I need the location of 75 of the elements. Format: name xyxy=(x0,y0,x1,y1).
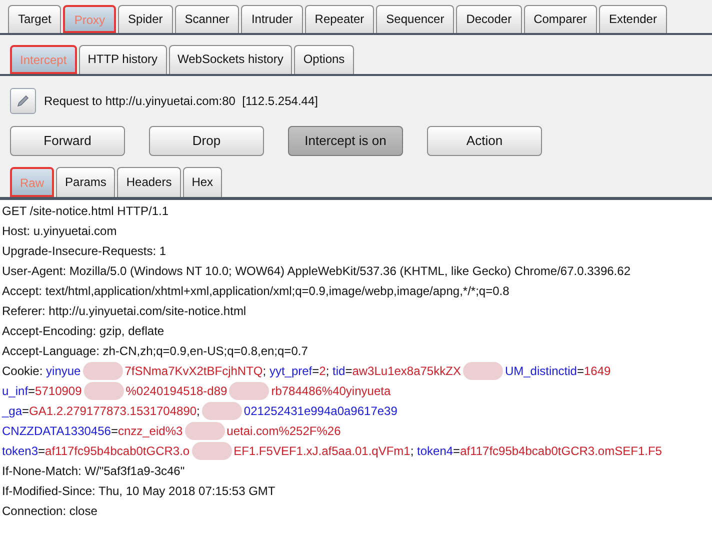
request-text: = xyxy=(38,443,46,460)
cookie-name: UM_distinctid xyxy=(504,363,577,380)
request-text: = xyxy=(453,443,460,460)
cookie-value: cnzz_eid%3 xyxy=(118,423,183,440)
cookie-name: token3 xyxy=(2,443,38,460)
request-text: ; xyxy=(262,363,268,380)
request-text: = xyxy=(110,423,118,440)
tab[interactable]: Repeater xyxy=(304,5,374,33)
redaction-smudge xyxy=(192,442,232,460)
tab[interactable]: Hex xyxy=(182,167,222,197)
cookie-name: CNZZDATA1330456 xyxy=(2,423,111,440)
request-text: If-Modified-Since: Thu, 10 May 2018 07:15:53 GMT xyxy=(2,483,276,500)
cookie-value: EF1.F5VEF1.xJ.af5aa.01.qVFm1 xyxy=(234,443,410,460)
request-text: ; xyxy=(196,403,200,420)
redaction-smudge xyxy=(229,382,270,400)
cookie-name: 021252431e994a0a9617e39 xyxy=(244,403,398,420)
tab[interactable]: Options xyxy=(294,45,354,74)
tab[interactable]: Sequencer xyxy=(376,5,454,33)
request-text: = xyxy=(312,363,320,380)
redaction-smudge xyxy=(202,402,242,420)
redaction-smudge xyxy=(82,362,123,380)
cookie-name: yinyue xyxy=(46,363,81,380)
redaction-smudge xyxy=(462,362,503,380)
request-text: = xyxy=(576,363,584,380)
request-text: Referer: http://u.yinyuetai.com/site-notice.html xyxy=(2,303,246,320)
tab[interactable]: Intruder xyxy=(241,5,303,33)
request-text: GET /site-notice.html HTTP/1.1 xyxy=(2,203,168,220)
tab[interactable]: Target xyxy=(8,5,62,33)
request-text: Accept: text/html,application/xhtml+xml,application/xml;q=0.9,image/webp,image/apng,*/*;q=0.8 xyxy=(2,283,510,300)
request-text: Accept-Language: zh-CN,zh;q=0.9,en-US;q=0.8,en;q=0.7 xyxy=(2,343,308,360)
toolbar-button[interactable]: Drop xyxy=(149,126,264,156)
cookie-value: GA1.2.279177873.1531704890 xyxy=(29,403,197,420)
redaction-smudge xyxy=(184,422,225,440)
request-text: ; xyxy=(410,443,415,460)
request-text: User-Agent: Mozilla/5.0 (Windows NT 10.0; WOW64) AppleWebKit/537.36 (KHTML, like Gecko) Chrome/67.0.3396.62 xyxy=(2,263,630,280)
cookie-name: u_inf xyxy=(2,383,28,400)
request-text: Upgrade-Insecure-Requests: 1 xyxy=(2,243,166,260)
cookie-value: rb784486%40yinyueta xyxy=(271,383,391,400)
request-text: = xyxy=(345,363,352,380)
request-text: = xyxy=(28,383,36,400)
tab[interactable]: HTTP history xyxy=(78,45,166,74)
tab[interactable]: Extender xyxy=(598,5,667,33)
cookie-value: uetai.com%252F%26 xyxy=(226,423,341,440)
request-text: ; xyxy=(326,363,330,380)
tab[interactable]: Scanner xyxy=(174,5,240,33)
tab[interactable]: Spider xyxy=(118,5,173,33)
cookie-value: 1649 xyxy=(584,363,611,380)
toolbar-button[interactable]: Forward xyxy=(10,126,125,156)
tab[interactable]: Params xyxy=(56,167,116,197)
edit-icon[interactable] xyxy=(10,88,36,114)
cookie-name: yyt_pref xyxy=(269,363,312,380)
cookie-value: 7fSNma7KvX2tBFcjhNTQ xyxy=(124,363,263,380)
redaction-smudge xyxy=(84,382,124,400)
request-text: Host: u.yinyuetai.com xyxy=(2,223,117,240)
toolbar-button[interactable]: Intercept is on xyxy=(288,126,403,156)
cookie-name: _ga xyxy=(2,403,22,420)
cookie-value: %0240194518-d89 xyxy=(126,383,228,400)
tab[interactable]: Comparer xyxy=(524,5,597,33)
cookie-name: token4 xyxy=(417,443,454,460)
request-text: If-None-Match: W/"5af3f1a9-3c46" xyxy=(2,463,185,480)
request-text: = xyxy=(22,403,30,420)
cookie-value: 5710909 xyxy=(35,383,82,400)
cookie-name: tid xyxy=(332,363,346,380)
tab[interactable]: WebSockets history xyxy=(168,45,292,74)
request-text: Connection: close xyxy=(2,503,98,520)
toolbar-button[interactable]: Action xyxy=(427,126,542,156)
cookie-value: aw3Lu1ex8a75kkZX xyxy=(352,363,461,380)
request-info: Request to http://u.yinyuetai.com:80 [112.5.254.44] xyxy=(44,93,318,110)
request-text: Cookie: xyxy=(2,363,44,380)
cookie-value: 2 xyxy=(319,363,326,380)
tab[interactable]: Headers xyxy=(117,167,181,197)
cookie-value: af117fc95b4bcab0tGCR3.omSEF1.F5 xyxy=(460,443,662,460)
cookie-value: af117fc95b4bcab0tGCR3.o xyxy=(45,443,190,460)
request-text: Accept-Encoding: gzip, deflate xyxy=(2,323,164,340)
tab[interactable]: Decoder xyxy=(456,5,522,33)
